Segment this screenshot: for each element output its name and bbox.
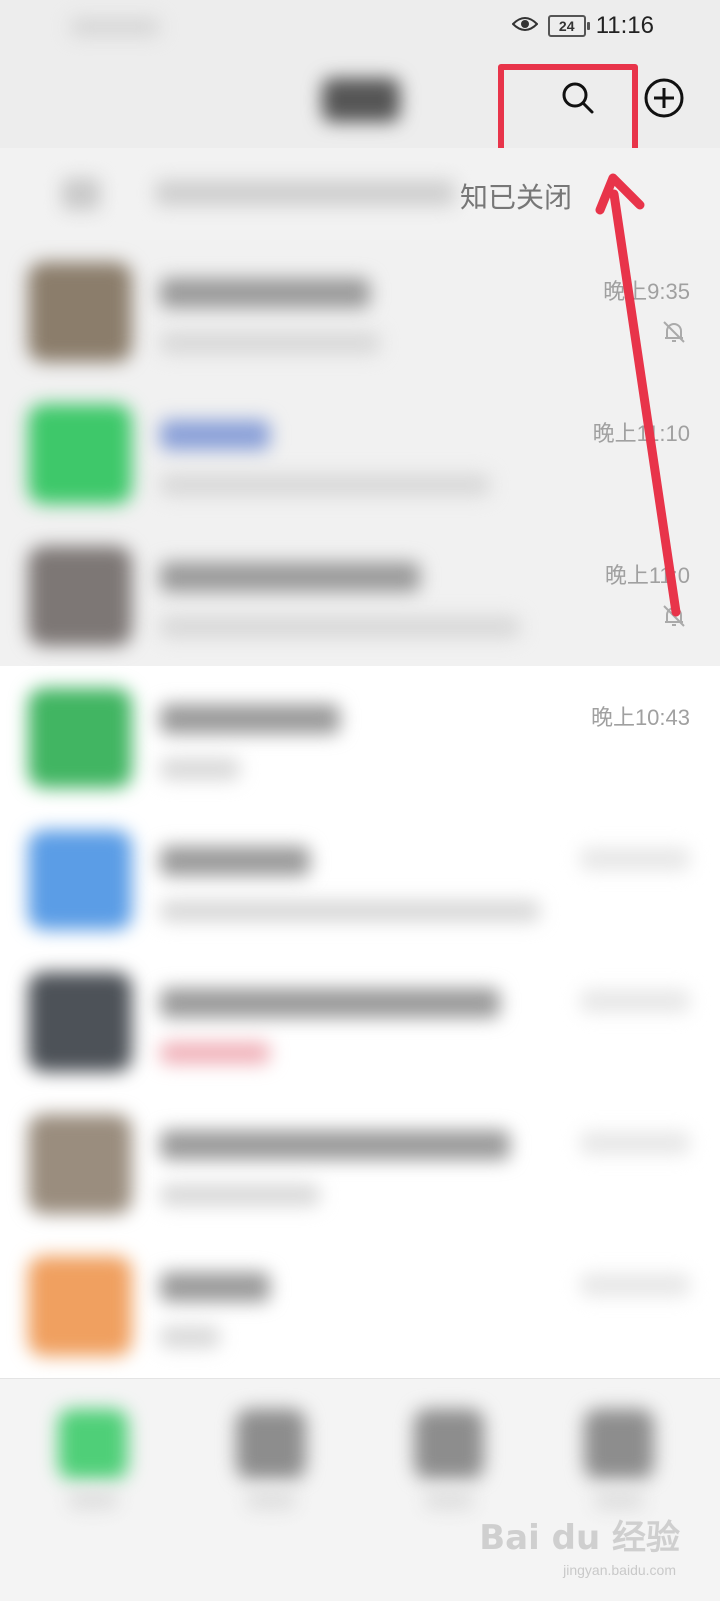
eye-icon bbox=[511, 15, 539, 38]
nav-discover-label bbox=[424, 1491, 474, 1509]
chat-item[interactable] bbox=[0, 950, 720, 1092]
chat-name bbox=[160, 278, 370, 308]
notice-blurred-text bbox=[155, 180, 455, 206]
chat-preview bbox=[160, 1326, 220, 1348]
mute-bell-icon bbox=[660, 318, 688, 351]
chat-time: 晚上11:10 bbox=[592, 421, 690, 446]
monitor-icon bbox=[62, 178, 100, 210]
avatar bbox=[28, 262, 132, 362]
chat-name bbox=[160, 562, 420, 592]
chat-item[interactable] bbox=[0, 1234, 720, 1376]
avatar bbox=[28, 1256, 132, 1356]
chat-preview bbox=[160, 1042, 270, 1064]
status-indicators: 24 11:16 bbox=[511, 12, 654, 40]
chat-item[interactable]: 晚上10:43 bbox=[0, 666, 720, 808]
chat-time: 晚上10:43 bbox=[590, 705, 690, 730]
chat-time bbox=[580, 990, 690, 1012]
chat-time: 晚上9:35 bbox=[603, 279, 690, 304]
notice-bar[interactable]: 知已关闭 bbox=[0, 148, 720, 241]
chat-name bbox=[160, 704, 340, 734]
page-title bbox=[322, 78, 400, 122]
chat-time: 晚上11:0 bbox=[604, 563, 690, 588]
chat-name bbox=[160, 846, 310, 876]
status-bar: 24 11:16 bbox=[0, 0, 720, 56]
nav-discover-icon[interactable] bbox=[414, 1409, 484, 1479]
chat-name bbox=[160, 1272, 270, 1302]
chat-time bbox=[580, 848, 690, 870]
chat-name bbox=[160, 420, 270, 450]
avatar bbox=[28, 688, 132, 788]
chat-name bbox=[160, 1130, 510, 1160]
nav-me-icon[interactable] bbox=[584, 1409, 654, 1479]
battery-level: 24 bbox=[558, 18, 575, 34]
nav-chats-label bbox=[68, 1491, 118, 1509]
nav-me-label bbox=[594, 1491, 644, 1509]
chat-name bbox=[160, 988, 500, 1018]
battery-icon: 24 bbox=[547, 15, 590, 37]
chat-preview bbox=[160, 758, 240, 780]
nav-chats-icon[interactable] bbox=[58, 1409, 128, 1479]
carrier-info bbox=[70, 18, 160, 36]
chat-preview bbox=[160, 1184, 320, 1206]
nav-contacts-label bbox=[246, 1491, 296, 1509]
avatar bbox=[28, 830, 132, 930]
chat-time bbox=[580, 1132, 690, 1154]
chat-preview bbox=[160, 332, 380, 354]
notice-text: 知已关闭 bbox=[460, 182, 573, 213]
chat-item[interactable]: 晚上11:10 bbox=[0, 382, 720, 524]
nav-contacts-icon[interactable] bbox=[236, 1409, 306, 1479]
chat-time bbox=[580, 1274, 690, 1296]
add-button[interactable] bbox=[634, 70, 694, 130]
chat-preview bbox=[160, 900, 540, 922]
chat-item[interactable] bbox=[0, 1092, 720, 1234]
avatar bbox=[28, 1114, 132, 1214]
clock: 11:16 bbox=[595, 12, 654, 39]
baidu-watermark: Bai du 经验 bbox=[479, 1518, 680, 1558]
plus-circle-icon bbox=[643, 77, 685, 124]
avatar bbox=[28, 404, 132, 504]
chat-item[interactable]: 晚上11:0 bbox=[0, 524, 720, 666]
chat-preview bbox=[160, 616, 520, 638]
mute-bell-icon bbox=[660, 602, 688, 635]
chat-item[interactable] bbox=[0, 808, 720, 950]
avatar bbox=[28, 972, 132, 1072]
chat-item[interactable]: 晚上9:35 bbox=[0, 240, 720, 382]
avatar bbox=[28, 546, 132, 646]
watermark-url: jingyan.baidu.com bbox=[563, 1562, 676, 1578]
chat-preview bbox=[160, 474, 490, 496]
